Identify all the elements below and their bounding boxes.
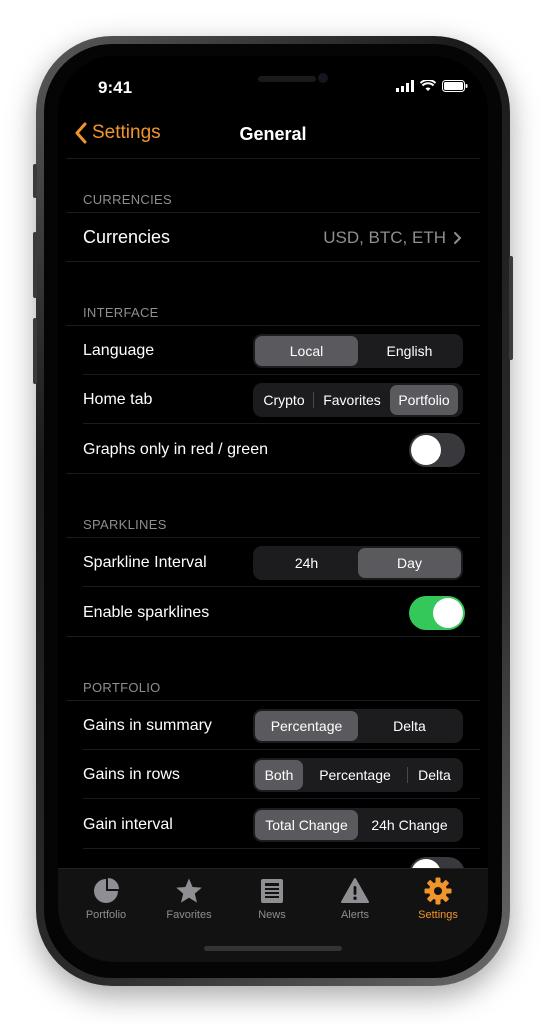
front-camera — [318, 73, 328, 83]
speaker-grille — [258, 76, 316, 82]
gear-icon — [424, 877, 452, 905]
tab-label: Portfolio — [85, 909, 127, 921]
status-icons — [396, 80, 468, 92]
page-title: General — [239, 124, 307, 144]
tab-label: Settings — [418, 909, 458, 921]
status-time: 9:41 — [98, 78, 133, 97]
tab-alerts[interactable]: Alerts — [315, 877, 395, 921]
mute-switch — [33, 164, 37, 198]
section-header-currencies: CURRENCIES — [83, 192, 172, 207]
home-tab-segmented-control[interactable]: Crypto Favorites Portfolio — [253, 383, 463, 417]
gain-interval-label: Gain interval — [83, 816, 173, 833]
tab-label: News — [258, 909, 286, 921]
tab-news[interactable]: News — [232, 877, 312, 921]
sparkline-option-24h[interactable]: 24h — [255, 548, 358, 578]
graphs-red-green-toggle[interactable] — [409, 433, 465, 467]
home-tab-label: Home tab — [83, 391, 153, 408]
toggle-knob — [433, 598, 463, 628]
chevron-right-icon — [454, 232, 462, 244]
enable-sparklines-toggle[interactable] — [409, 596, 465, 630]
star-icon — [176, 878, 202, 903]
home-tab-option-portfolio[interactable]: Portfolio — [390, 385, 458, 415]
gains-summary-option-percentage[interactable]: Percentage — [255, 711, 358, 741]
sparkline-interval-segmented-control[interactable]: 24h Day — [253, 546, 463, 580]
language-label: Language — [83, 342, 155, 359]
enable-sparklines-label: Enable sparklines — [83, 604, 210, 621]
gains-summary-label: Gains in summary — [83, 717, 212, 734]
pie-chart-icon — [94, 878, 119, 903]
sparkline-option-day[interactable]: Day — [358, 548, 461, 578]
tab-label: Favorites — [166, 909, 212, 921]
section-header-interface: INTERFACE — [83, 305, 159, 320]
newspaper-icon — [261, 879, 283, 903]
wifi-icon — [420, 80, 436, 91]
gains-rows-option-both[interactable]: Both — [255, 760, 303, 790]
gain-interval-option-total-change[interactable]: Total Change — [255, 810, 358, 840]
home-tab-option-favorites[interactable]: Favorites — [314, 385, 390, 415]
language-segmented-control[interactable]: Local English — [253, 334, 463, 368]
screen: 9:41 Settings General CURRENCIES Currenc… — [58, 56, 488, 962]
warning-icon — [341, 878, 369, 903]
power-button — [509, 256, 513, 360]
tab-label: Alerts — [340, 909, 370, 921]
gains-rows-option-percentage[interactable]: Percentage — [303, 760, 407, 790]
tab-portfolio[interactable]: Portfolio — [66, 877, 146, 921]
currencies-row[interactable]: Currencies USD, BTC, ETH — [66, 213, 480, 261]
section-header-portfolio: PORTFOLIO — [83, 680, 161, 695]
volume-down-button — [33, 318, 37, 384]
tab-settings[interactable]: Settings — [398, 877, 478, 921]
gains-rows-segmented-control[interactable]: Both Percentage Delta — [253, 758, 463, 792]
graphs-red-green-label: Graphs only in red / green — [83, 441, 268, 458]
language-option-local[interactable]: Local — [255, 336, 358, 366]
currencies-label: Currencies — [83, 227, 171, 247]
sparkline-interval-label: Sparkline Interval — [83, 554, 207, 571]
gains-summary-option-delta[interactable]: Delta — [358, 711, 461, 741]
volume-up-button — [33, 232, 37, 298]
gain-interval-segmented-control[interactable]: Total Change 24h Change — [253, 808, 463, 842]
gains-rows-option-delta[interactable]: Delta — [408, 760, 461, 790]
language-option-english[interactable]: English — [358, 336, 461, 366]
tab-favorites[interactable]: Favorites — [149, 877, 229, 921]
currencies-value: USD, BTC, ETH — [323, 228, 446, 247]
toggle-knob — [411, 435, 441, 465]
battery-icon — [442, 80, 468, 92]
gain-interval-option-24h-change[interactable]: 24h Change — [358, 810, 461, 840]
phone-frame: 9:41 Settings General CURRENCIES Currenc… — [33, 36, 513, 986]
home-tab-option-crypto[interactable]: Crypto — [255, 385, 313, 415]
home-indicator — [204, 946, 342, 951]
section-header-sparklines: SPARKLINES — [83, 517, 167, 532]
gains-summary-segmented-control[interactable]: Percentage Delta — [253, 709, 463, 743]
gains-rows-label: Gains in rows — [83, 766, 180, 783]
signal-icon — [396, 80, 414, 92]
